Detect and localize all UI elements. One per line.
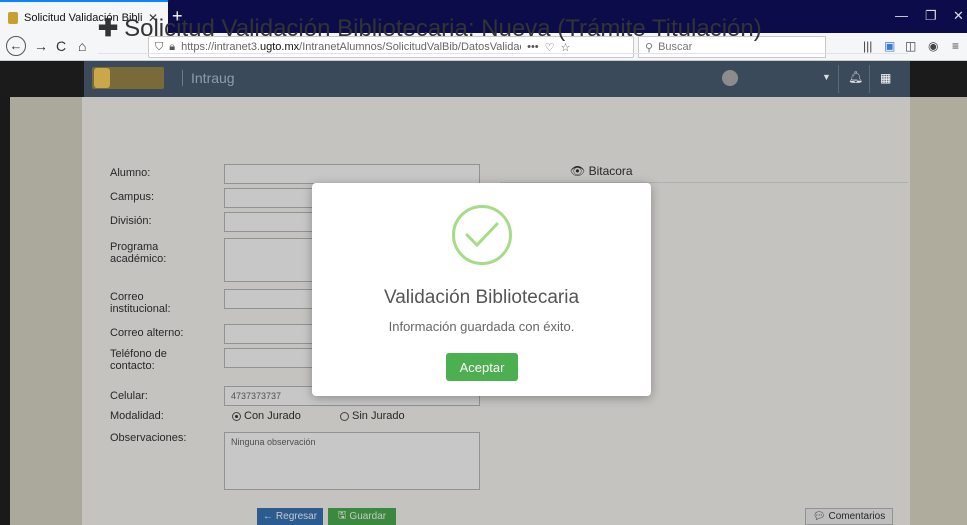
close-window-button[interactable]: ✕ <box>953 8 964 24</box>
modal-message: Información guardada con éxito. <box>388 319 575 334</box>
plus-icon: ✚ <box>98 15 119 42</box>
back-button[interactable]: ← <box>6 36 26 56</box>
university-logo[interactable] <box>92 67 164 89</box>
forward-button[interactable]: → <box>34 38 48 54</box>
avatar[interactable] <box>722 70 738 86</box>
minimize-button[interactable]: — <box>895 8 908 23</box>
modal-title: Validación Bibliotecaria <box>383 287 580 308</box>
chevron-down-icon[interactable]: ▼ <box>822 72 831 82</box>
divider <box>98 53 908 54</box>
restore-button[interactable]: ❐ <box>925 8 937 24</box>
account-icon[interactable]: ◉ <box>928 39 938 53</box>
aceptar-button[interactable]: Aceptar <box>446 353 518 381</box>
bell-icon[interactable]: 🔔︎ <box>848 70 863 84</box>
success-modal: Validación Bibliotecaria Información gua… <box>312 183 651 396</box>
library-icon[interactable]: ||| <box>863 39 872 53</box>
app-header: Intraug ▼ 🔔︎ ▦ <box>0 61 967 97</box>
apps-grid-icon[interactable]: ▦ <box>880 71 891 85</box>
brand-name[interactable]: Intraug <box>182 70 235 86</box>
extension-icon[interactable]: ▣ <box>884 39 895 53</box>
home-button[interactable]: ⌂ <box>78 38 86 54</box>
page-title: ✚ Solicitud Validación Bibliotecaria: Nue… <box>98 15 762 42</box>
sidebar-icon[interactable]: ◫ <box>905 39 916 53</box>
menu-icon[interactable]: ≡ <box>952 39 959 53</box>
favicon-icon <box>8 11 18 24</box>
success-check-icon <box>452 205 512 265</box>
reload-button[interactable]: C <box>56 38 66 54</box>
